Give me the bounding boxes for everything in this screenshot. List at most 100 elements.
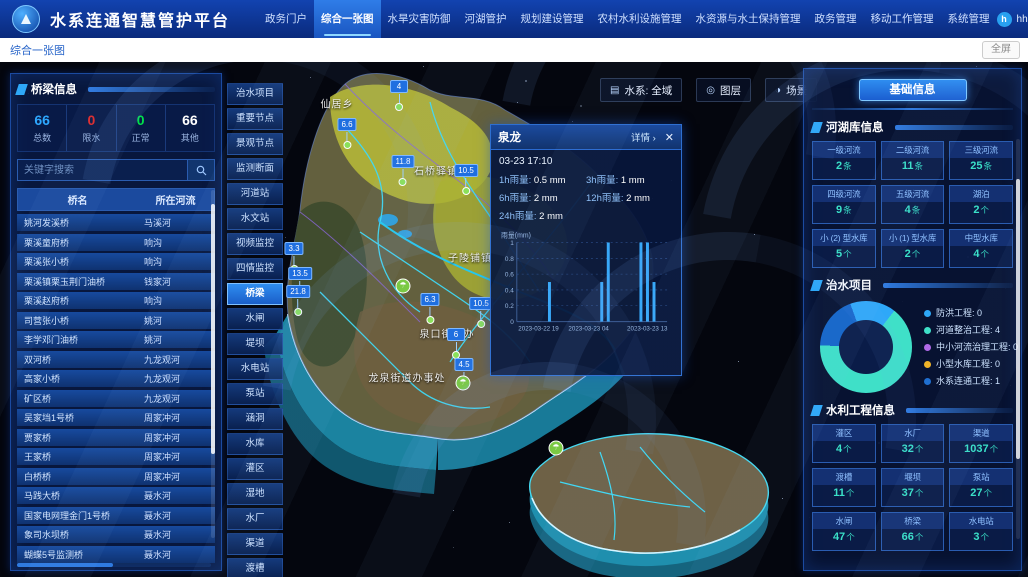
layer-item-涵洞[interactable]: 涵洞 (227, 408, 283, 430)
rain-station-icon[interactable]: ☂ (549, 441, 564, 456)
table-row[interactable]: 白桥桥周家冲河 (17, 468, 215, 485)
layer-item-视频监控[interactable]: 视频监控 (227, 233, 283, 255)
nav-item-政务门户[interactable]: 政务门户 (258, 0, 314, 38)
marker-stem (480, 311, 481, 320)
table-row[interactable]: 国家电网理金门1号桥聂水河 (17, 507, 215, 524)
metric-label: 1h雨量: (499, 175, 534, 186)
section-divider (88, 87, 215, 92)
nav-item-系统管理[interactable]: 系统管理 (941, 0, 997, 38)
table-row[interactable]: 姚河发溪桥马溪河 (17, 214, 215, 231)
layer-item-水电站[interactable]: 水电站 (227, 358, 283, 380)
layer-item-渡槽[interactable]: 渡槽 (227, 558, 283, 577)
nav-item-水旱灾害防御[interactable]: 水旱灾害防御 (381, 0, 458, 38)
table-row[interactable]: 马践大桥聂水河 (17, 487, 215, 504)
user-menu[interactable]: h hhzh42080201 ∨ (997, 12, 1028, 27)
tile-value: 47个 (813, 531, 875, 543)
svg-text:雨量(mm): 雨量(mm) (501, 232, 531, 240)
map-marker[interactable]: 10.5 (454, 160, 478, 195)
stat-value: 0 (87, 112, 95, 128)
legend-label: 水系连通工程: 1 (936, 373, 1000, 390)
legend-item-水系连通工程: 水系连通工程: 1 (924, 373, 1018, 390)
table-row[interactable]: 李学邓门油桥姚河 (17, 331, 215, 348)
layer-item-渠道[interactable]: 渠道 (227, 533, 283, 555)
map-controls: ▤水系: 全域◎图层◑场景 (600, 78, 817, 102)
search-button[interactable] (188, 159, 215, 181)
nav-item-移动工作管理[interactable]: 移动工作管理 (864, 0, 941, 38)
layer-item-湿地[interactable]: 湿地 (227, 483, 283, 505)
river-name-cell: 周家冲河 (134, 468, 215, 485)
table-row[interactable]: 司营张小桥姚河 (17, 312, 215, 329)
layer-item-水库[interactable]: 水库 (227, 433, 283, 455)
river-name-cell: 马溪河 (134, 214, 215, 231)
popup-detail-link[interactable]: 详情 › (631, 130, 656, 144)
panel-vertical-scrollbar[interactable] (1016, 139, 1020, 539)
layer-item-灌区[interactable]: 灌区 (227, 458, 283, 480)
table-row[interactable]: 栗溪赵府桥响沟 (17, 292, 215, 309)
fullscreen-button[interactable]: 全屏 (982, 41, 1020, 59)
tile-value-number: 47 (833, 531, 845, 543)
table-row[interactable]: 栗溪镇栗玉荆门油桥钱家河 (17, 273, 215, 290)
legend-dot-icon (924, 310, 931, 317)
layer-item-水厂[interactable]: 水厂 (227, 508, 283, 530)
map-marker[interactable]: 6.3 (420, 289, 439, 324)
legend-label: 河道整治工程: 4 (936, 322, 1000, 339)
layer-item-重要节点[interactable]: 重要节点 (227, 108, 283, 130)
close-icon[interactable]: ✕ (665, 131, 674, 144)
scrollbar-thumb[interactable] (211, 204, 215, 454)
table-horizontal-scrollbar[interactable] (17, 563, 211, 567)
nav-item-水资源与水土保持管理[interactable]: 水资源与水土保持管理 (689, 0, 808, 38)
table-row[interactable]: 矿区桥九龙观河 (17, 390, 215, 407)
nav-item-政务管理[interactable]: 政务管理 (808, 0, 864, 38)
map-control-图层[interactable]: ◎图层 (696, 78, 751, 102)
table-row[interactable]: 王家桥周家冲河 (17, 448, 215, 465)
table-row[interactable]: 贾家桥周家冲河 (17, 429, 215, 446)
layer-item-堤坝[interactable]: 堤坝 (227, 333, 283, 355)
table-row[interactable]: 栗溪童府桥响沟 (17, 234, 215, 251)
nav-item-规划建设管理[interactable]: 规划建设管理 (514, 0, 591, 38)
bridge-stat-正常: 0正常 (117, 105, 166, 151)
nav-item-河湖管护[interactable]: 河湖管护 (458, 0, 514, 38)
scrollbar-thumb[interactable] (1016, 179, 1020, 459)
bridge-name-cell: 贾家桥 (17, 429, 134, 446)
tile-value-unit: 个 (912, 249, 921, 259)
bridge-name-cell: 矿区桥 (17, 390, 134, 407)
table-row[interactable]: 蝴蝶5号监测桥聂水河 (17, 546, 215, 563)
scrollbar-thumb[interactable] (17, 563, 113, 567)
table-row[interactable]: 高家小桥九龙观河 (17, 370, 215, 387)
layer-item-四情监控[interactable]: 四情监控 (227, 258, 283, 280)
table-row[interactable]: 吴家垱1号桥周家冲河 (17, 409, 215, 426)
svg-text:2023-03-23 13: 2023-03-23 13 (627, 325, 668, 332)
layer-item-景观节点[interactable]: 景观节点 (227, 133, 283, 155)
layer-item-水文站[interactable]: 水文站 (227, 208, 283, 230)
map-control-水系: 全域[interactable]: ▤水系: 全域 (600, 78, 682, 102)
table-row[interactable]: 双河桥九龙观河 (17, 351, 215, 368)
tile-label: 四级河流 (813, 186, 875, 202)
info-tile-一级河流: 一级河流2条 (812, 141, 876, 180)
nav-item-综合一张图[interactable]: 综合一张图 (314, 0, 381, 38)
map-marker[interactable]: 11.8 (392, 151, 415, 186)
map-marker[interactable]: 6.6 (337, 114, 356, 149)
map-marker[interactable]: 4 (390, 76, 408, 111)
rain-station-icon[interactable]: ☂ (456, 376, 471, 391)
popup-header: 泉龙 详情 › ✕ (491, 125, 681, 150)
bridge-name-cell: 双河桥 (17, 351, 134, 368)
layer-item-治水项目[interactable]: 治水项目 (227, 83, 283, 105)
map-marker[interactable]: 21.8 (286, 281, 310, 316)
layer-item-监测断面[interactable]: 监测断面 (227, 158, 283, 180)
area-label-石桥驿镇: 石桥驿镇 (414, 163, 458, 178)
rain-station-icon[interactable]: ☂ (396, 279, 411, 294)
table-row[interactable]: 象司水坝桥聂水河 (17, 526, 215, 543)
table-vertical-scrollbar[interactable] (211, 190, 215, 538)
search-input[interactable] (17, 159, 188, 181)
layer-item-河道站[interactable]: 河道站 (227, 183, 283, 205)
layer-item-桥梁[interactable]: 桥梁 (227, 283, 283, 305)
marker-stem (347, 132, 348, 141)
tile-value: 66个 (882, 531, 944, 543)
nav-item-农村水利设施管理[interactable]: 农村水利设施管理 (591, 0, 689, 38)
river-name-cell: 钱家河 (134, 273, 215, 290)
basic-info-tab[interactable]: 基础信息 (859, 79, 967, 101)
layer-item-泵站[interactable]: 泵站 (227, 383, 283, 405)
tile-value-number: 32 (902, 443, 914, 455)
table-row[interactable]: 栗溪张小桥响沟 (17, 253, 215, 270)
layer-item-水闸[interactable]: 水闸 (227, 308, 283, 330)
